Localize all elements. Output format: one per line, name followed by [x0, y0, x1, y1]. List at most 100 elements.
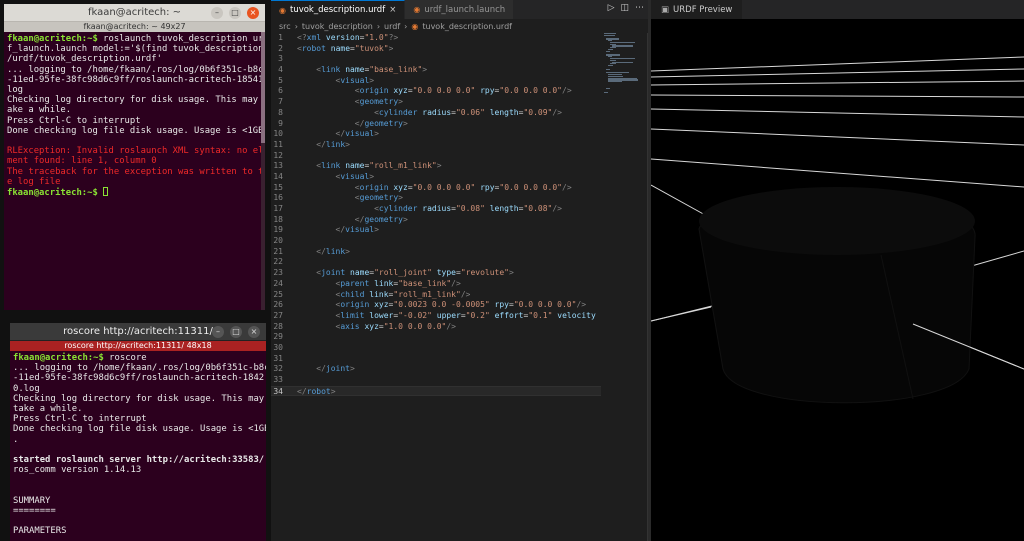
breadcrumb-item[interactable]: tuvok_description	[302, 22, 373, 31]
code-line[interactable]: 27 <limit lower="-0.02" upper="0.2" effo…	[271, 311, 601, 322]
terminal-line: ment found: line 1, column 0	[7, 156, 262, 166]
terminal-title: roscore http://acritech:11311/	[63, 326, 213, 337]
code-line[interactable]: 5 <visual>	[271, 76, 601, 87]
terminal-output[interactable]: fkaan@acritech:~$ roslaunch tuvok_descri…	[4, 32, 265, 200]
terminal-line: log	[7, 85, 262, 95]
code-line[interactable]: 7 <geometry>	[271, 97, 601, 108]
code-line[interactable]: 29	[271, 332, 601, 343]
code-line[interactable]: 24 <parent link="base_link"/>	[271, 279, 601, 290]
terminal-tab[interactable]: roscore http://acritech:11311/ 48x18	[10, 341, 266, 351]
terminal-text: Done checking log file disk usage. Usage…	[7, 125, 265, 136]
terminal-prompt: fkaan@acritech:~$	[13, 353, 104, 363]
tab-urdf[interactable]: ◉ tuvok_description.urdf ×	[271, 0, 406, 19]
terminal-line: Done checking log file disk usage. Usage…	[7, 125, 265, 136]
code-text: <geometry>	[354, 97, 403, 107]
terminal-text: ros_comm version 1.14.13	[13, 465, 142, 476]
line-number: 23	[273, 268, 283, 278]
code-line[interactable]: 20	[271, 236, 601, 247]
close-icon[interactable]: ×	[247, 7, 259, 19]
terminal-line	[13, 445, 263, 455]
breadcrumb-item[interactable]: tuvok_description.urdf	[422, 22, 512, 31]
play-icon[interactable]: ▷	[608, 3, 615, 13]
terminal-window-main[interactable]: fkaan@acritech: ~ – □ × fkaan@acritech: …	[4, 4, 265, 310]
code-line[interactable]: 26 <origin xyz="0.0023 0.0 -0.0005" rpy=…	[271, 300, 601, 311]
code-line[interactable]: 23 <joint name="roll_joint" type="revolu…	[271, 268, 601, 279]
code-line[interactable]: 3	[271, 54, 601, 65]
terminal-scrollbar[interactable]	[261, 32, 265, 310]
code-line[interactable]: 17 <cylinder radius="0.08" length="0.08"…	[271, 204, 601, 215]
code-line[interactable]: 34 </robot>	[271, 385, 601, 397]
code-text: <geometry>	[354, 193, 403, 203]
tab-launch[interactable]: ◉ urdf_launch.launch	[405, 0, 515, 19]
more-icon[interactable]: ⋯	[635, 3, 644, 13]
minimize-icon[interactable]: –	[212, 326, 224, 338]
code-line[interactable]: 33	[271, 375, 601, 386]
breadcrumb-item[interactable]: src	[279, 22, 291, 31]
code-line[interactable]: 16 <geometry>	[271, 193, 601, 204]
line-number: 27	[273, 310, 283, 320]
code-line[interactable]: 12	[271, 151, 601, 162]
code-text: <visual>	[335, 171, 375, 181]
breadcrumb-item[interactable]: urdf	[384, 22, 400, 31]
preview-tabs: ▣ URDF Preview	[651, 0, 1024, 19]
code-line[interactable]: 28 <axis xyz="1.0 0.0 0.0"/>	[271, 322, 601, 333]
close-icon[interactable]: ×	[248, 326, 260, 338]
terminal-titlebar[interactable]: fkaan@acritech: ~ – □ ×	[4, 4, 265, 22]
line-number: 15	[273, 182, 283, 192]
code-line[interactable]: 19 </visual>	[271, 225, 601, 236]
urdf-preview-panel[interactable]: ▣ URDF Preview	[651, 0, 1024, 541]
code-editor[interactable]: ◉ tuvok_description.urdf × ◉ urdf_launch…	[271, 0, 648, 541]
terminal-tab[interactable]: fkaan@acritech: ~ 49x27	[4, 22, 265, 32]
terminal-line: f_launch.launch model:='$(find tuvok_des…	[7, 44, 265, 54]
code-line[interactable]: 11 </link>	[271, 140, 601, 151]
line-number: 32	[273, 364, 283, 374]
terminal-titlebar[interactable]: roscore http://acritech:11311/ – □ ×	[10, 323, 266, 341]
terminal-text: /urdf/tuvok_description.urdf'	[7, 54, 162, 65]
code-line[interactable]: 32 </joint>	[271, 364, 601, 375]
terminal-line: Checking log directory for disk usage. T…	[13, 394, 264, 404]
split-editor-icon[interactable]: ◫	[620, 3, 629, 13]
code-line[interactable]: 22	[271, 257, 601, 268]
minimize-icon[interactable]: –	[211, 7, 223, 19]
code-line[interactable]: 18 </geometry>	[271, 215, 601, 226]
3d-scene[interactable]	[651, 19, 1024, 541]
tab-label: tuvok_description.urdf	[289, 5, 386, 15]
code-text: <parent link="base_link"/>	[335, 278, 461, 288]
terminal-output[interactable]: fkaan@acritech:~$ roscore... logging to …	[10, 351, 266, 539]
terminal-line: .	[13, 435, 263, 445]
code-line[interactable]: 25 <child link="roll_m1_link"/>	[271, 290, 601, 301]
code-line[interactable]: 31	[271, 354, 601, 365]
code-line[interactable]: 6 <origin xyz="0.0 0.0 0.0" rpy="0.0 0.0…	[271, 86, 601, 97]
tab-urdf-preview[interactable]: ▣ URDF Preview	[651, 0, 743, 19]
maximize-icon[interactable]: □	[229, 7, 241, 19]
cylinder-model[interactable]	[698, 187, 976, 404]
code-line[interactable]: 8 <cylinder radius="0.06" length="0.09"/…	[271, 108, 601, 119]
code-line[interactable]: 4 <link name="base_link">	[271, 65, 601, 76]
code-line[interactable]: 21 </link>	[271, 247, 601, 258]
code-line[interactable]: 1 <?xml version="1.0"?>	[271, 33, 601, 44]
maximize-icon[interactable]: □	[230, 326, 242, 338]
code-line[interactable]: 15 <origin xyz="0.0 0.0 0.0" rpy="0.0 0.…	[271, 183, 601, 194]
terminal-text: -11ed-95fe-38fc98d6c9ff/roslaunch-acrite…	[13, 373, 265, 384]
terminal-window-roscore[interactable]: roscore http://acritech:11311/ – □ × ros…	[10, 323, 266, 541]
3d-viewport[interactable]	[651, 19, 1024, 541]
code-line[interactable]: 10 </visual>	[271, 129, 601, 140]
code-line[interactable]: 30	[271, 343, 601, 354]
terminal-line: PARAMETERS	[13, 526, 263, 536]
code-area[interactable]: 1 <?xml version="1.0"?> 2 <robot name="tuvo…	[271, 33, 601, 397]
terminal-text: ment found: line 1, column 0	[7, 156, 157, 167]
chevron-right-icon: ›	[376, 21, 381, 31]
minimap[interactable]	[604, 33, 640, 93]
rss-file-icon: ◉	[411, 21, 419, 31]
code-line[interactable]: 9 </geometry>	[271, 119, 601, 130]
code-line[interactable]: 13 <link name="roll_m1_link">	[271, 161, 601, 172]
close-icon[interactable]: ×	[389, 5, 396, 15]
code-line[interactable]: 2 <robot name="tuvok">	[271, 44, 601, 55]
code-text: </joint>	[316, 364, 355, 374]
code-line[interactable]: 14 <visual>	[271, 172, 601, 183]
